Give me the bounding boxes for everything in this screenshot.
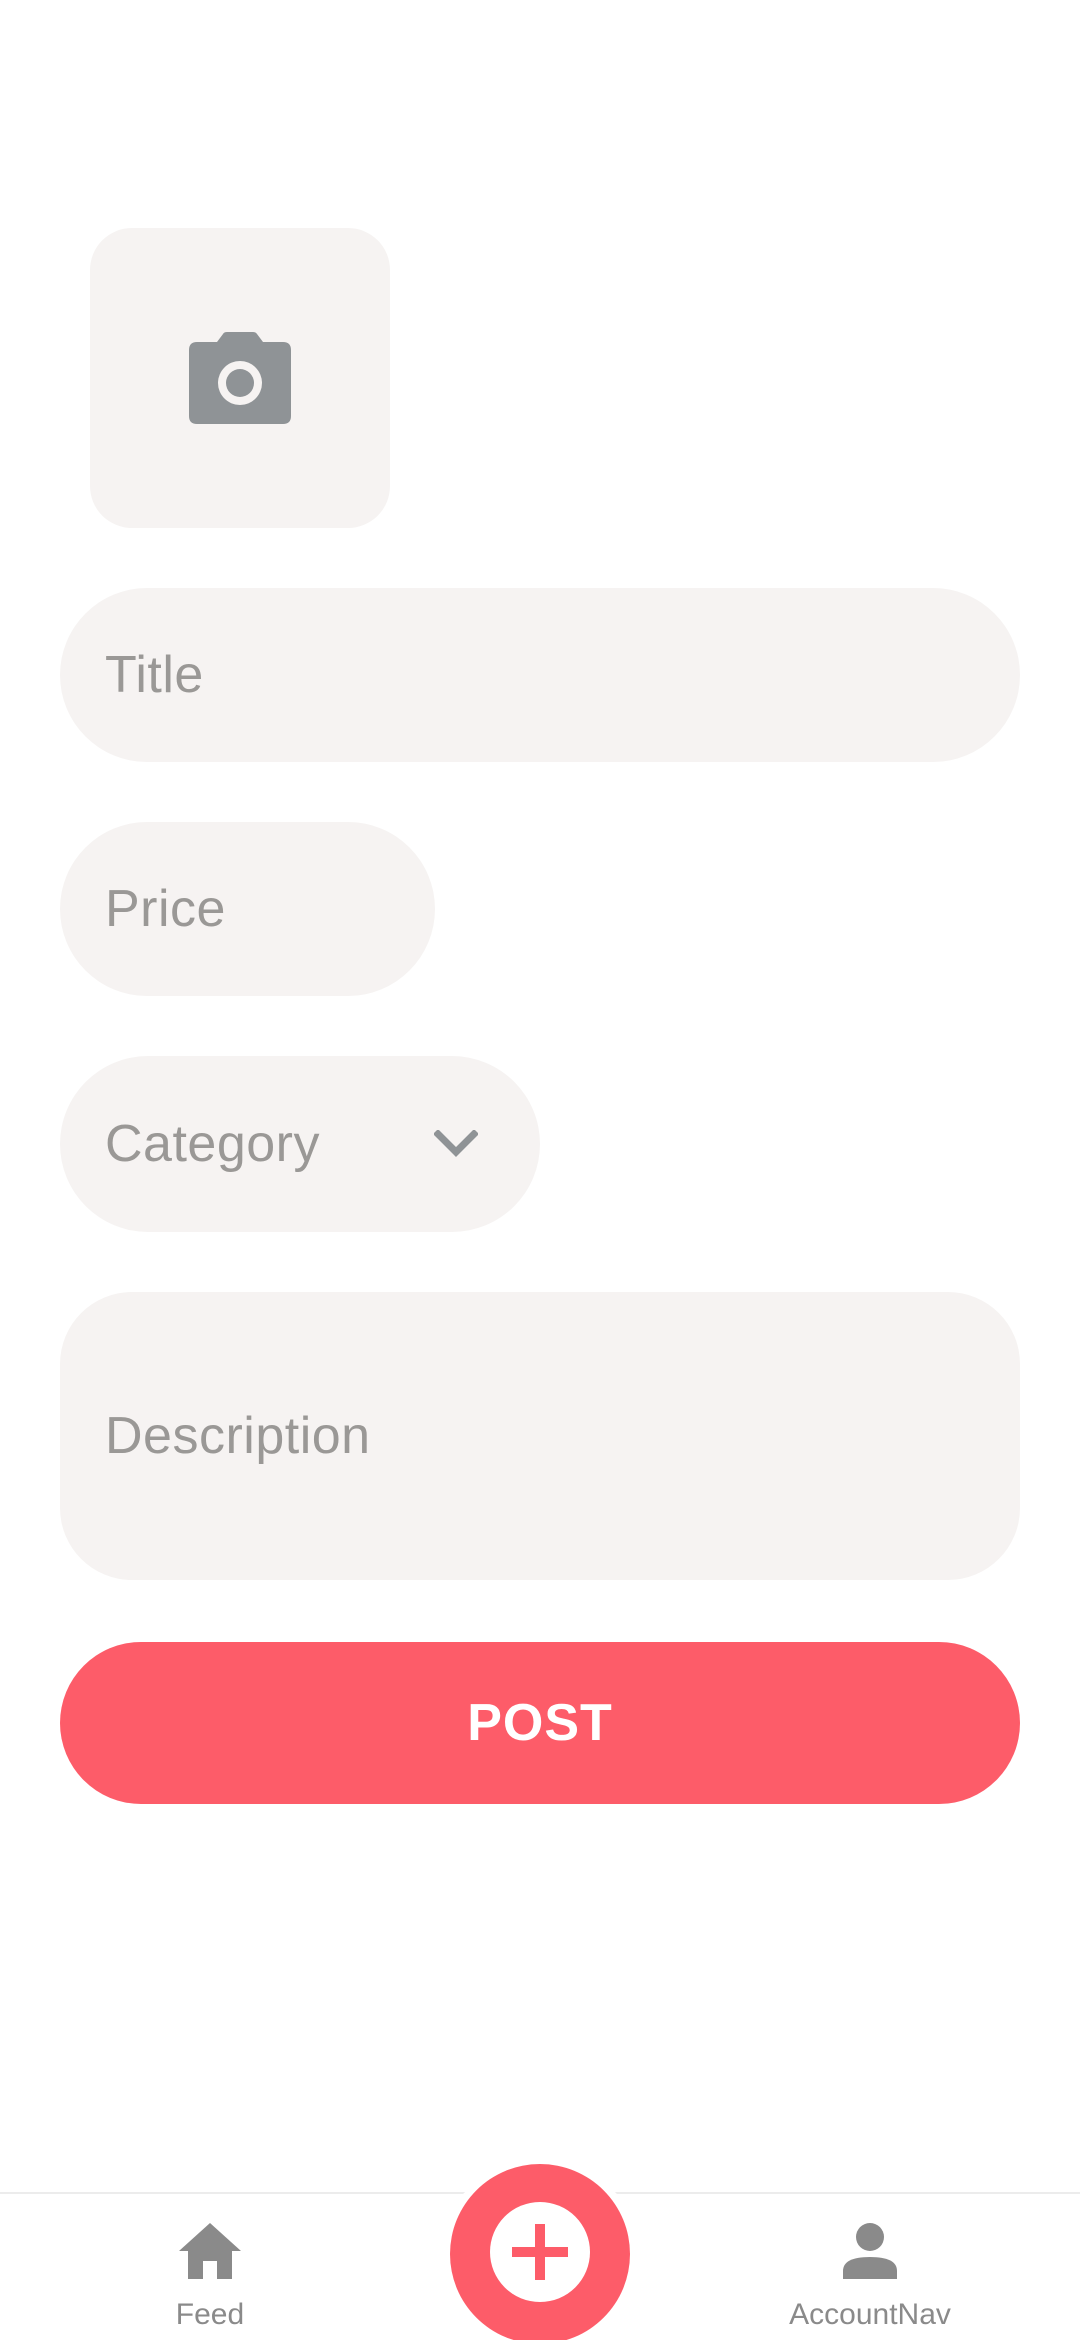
title-placeholder: Title [105, 646, 204, 704]
price-input[interactable]: Price [60, 822, 435, 996]
plus-icon [490, 2201, 590, 2307]
post-button-label: POST [467, 1694, 613, 1752]
description-placeholder: Description [105, 1407, 371, 1465]
home-icon [179, 2216, 241, 2286]
category-picker[interactable]: Category [60, 1056, 540, 1232]
tab-feed-label: Feed [175, 2298, 245, 2331]
price-placeholder: Price [105, 880, 226, 938]
tab-feed[interactable]: Feed [110, 2194, 310, 2340]
listing-edit-screen: Title Price Category Description POST Fe… [0, 0, 1080, 2340]
new-listing-button[interactable] [450, 2164, 630, 2340]
chevron-down-icon [434, 1130, 478, 1158]
camera-icon [189, 332, 291, 424]
person-icon [843, 2216, 897, 2286]
description-input[interactable]: Description [60, 1292, 1020, 1580]
category-placeholder: Category [105, 1115, 320, 1173]
post-button[interactable]: POST [60, 1642, 1020, 1804]
image-picker[interactable] [90, 228, 390, 528]
tab-account[interactable]: AccountNav [770, 2194, 970, 2340]
title-input[interactable]: Title [60, 588, 1020, 762]
tab-account-label: AccountNav [789, 2298, 951, 2331]
